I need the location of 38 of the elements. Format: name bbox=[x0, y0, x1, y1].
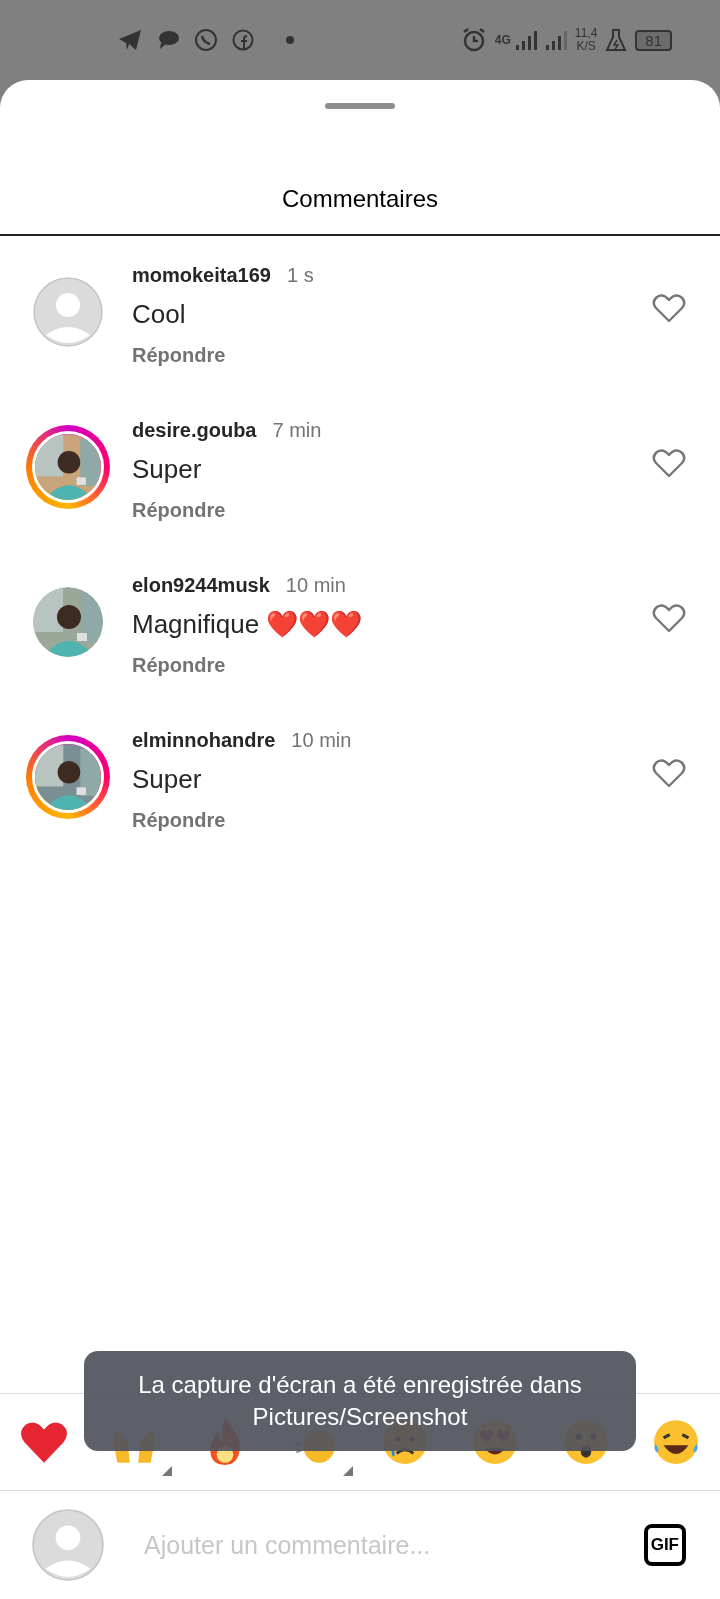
flask-icon bbox=[605, 28, 628, 52]
screenshot-toast: La capture d'écran a été enregistrée dans Pictures/Screenshot bbox=[84, 1351, 636, 1451]
timestamp: 1 s bbox=[286, 264, 314, 287]
sheet-title: Commentaires bbox=[280, 184, 439, 214]
drag-handle[interactable] bbox=[325, 103, 395, 109]
username[interactable]: momokeita169 bbox=[132, 264, 271, 287]
username[interactable]: elminnohandre bbox=[132, 729, 276, 752]
battery-level: 81 bbox=[635, 29, 672, 51]
timestamp: 10 min bbox=[291, 729, 352, 752]
network-type: 4G bbox=[494, 33, 511, 47]
like-heart-icon[interactable] bbox=[652, 759, 686, 789]
like-heart-icon[interactable] bbox=[652, 604, 686, 634]
comment-text: Super bbox=[132, 454, 203, 485]
comment-text: Magnifique ❤❤❤ bbox=[132, 609, 364, 640]
reply-link[interactable]: Répondre bbox=[132, 499, 226, 522]
reply-link[interactable]: Répondre bbox=[132, 809, 226, 832]
dot-icon bbox=[286, 36, 294, 44]
speed-unit: K/S bbox=[576, 40, 596, 53]
chat-bubbles-icon bbox=[156, 29, 180, 51]
like-heart-icon[interactable] bbox=[652, 449, 686, 479]
signal-icon bbox=[514, 29, 537, 51]
comment-input[interactable]: Ajouter un commentaire... bbox=[142, 1529, 644, 1561]
reply-link[interactable]: Répondre bbox=[132, 654, 226, 677]
timestamp: 10 min bbox=[285, 574, 346, 597]
signal-icon bbox=[544, 29, 567, 51]
default-avatar-icon bbox=[32, 1509, 104, 1581]
comment-text: Super bbox=[132, 764, 203, 795]
speed-value: 11,4 bbox=[574, 27, 598, 40]
facebook-icon bbox=[232, 29, 254, 51]
timestamp: 7 min bbox=[272, 419, 322, 442]
username[interactable]: desire.gouba bbox=[132, 419, 257, 442]
gif-button[interactable]: GIF bbox=[643, 1524, 686, 1566]
comment-text: Cool bbox=[132, 299, 187, 330]
phone-bubble-icon bbox=[194, 28, 218, 52]
paper-plane-icon bbox=[118, 29, 142, 51]
reply-link[interactable]: Répondre bbox=[132, 344, 226, 367]
username[interactable]: elon9244musk bbox=[132, 574, 270, 597]
like-heart-icon[interactable] bbox=[652, 294, 686, 324]
